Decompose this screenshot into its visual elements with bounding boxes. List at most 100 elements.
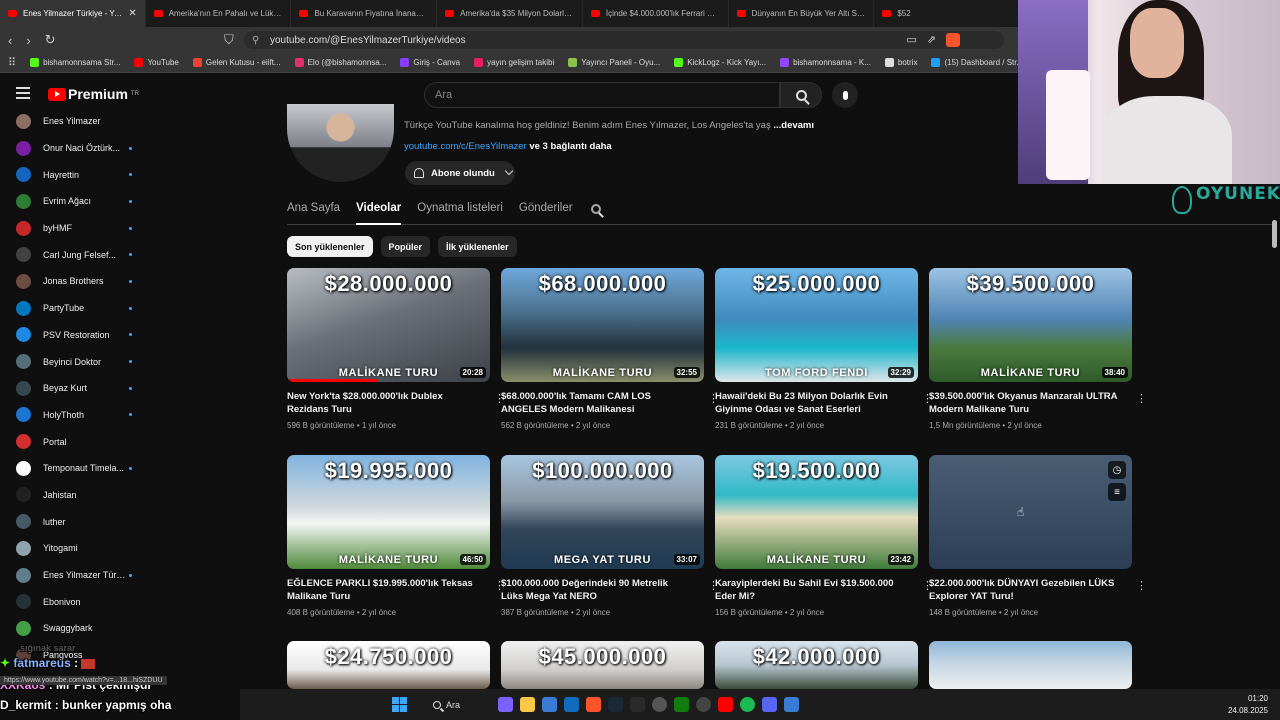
- more-actions-icon[interactable]: ⋮: [922, 394, 933, 405]
- video-card[interactable]: [929, 641, 1132, 689]
- chatgpt-icon[interactable]: [696, 697, 711, 712]
- more-actions-icon[interactable]: ⋮: [1136, 394, 1147, 405]
- video-thumbnail[interactable]: $68.000.000 MALİKANE TURU 32:55: [501, 268, 704, 382]
- forward-icon[interactable]: ›: [26, 33, 30, 48]
- share-icon[interactable]: ⇗: [927, 33, 936, 47]
- bookmark-item[interactable]: yayın gelişim takibi: [474, 58, 554, 67]
- search-input[interactable]: Ara: [424, 82, 780, 108]
- video-thumbnail[interactable]: $19.500.000 MALİKANE TURU 23:42: [715, 455, 918, 569]
- bookmark-item[interactable]: YouTube: [134, 58, 179, 67]
- more-actions-icon[interactable]: ⋮: [494, 581, 505, 592]
- video-card[interactable]: $68.000.000 MALİKANE TURU 32:55 $68.000.000…: [501, 268, 719, 430]
- more-actions-icon[interactable]: ⋮: [494, 394, 505, 405]
- browser-tab[interactable]: Bu Karavanın Fiyatına İnanamayacaks: [291, 0, 438, 27]
- sidebar-subscription[interactable]: HolyThoth: [0, 402, 160, 429]
- video-thumbnail[interactable]: $25.000.000 TOM FORD FENDI 32:29: [715, 268, 918, 382]
- sort-chip[interactable]: Popüler: [380, 236, 431, 257]
- video-thumbnail[interactable]: [929, 641, 1132, 689]
- sidebar-subscription[interactable]: Swaggybark: [0, 615, 160, 642]
- discord-icon[interactable]: [762, 697, 777, 712]
- bookmark-item[interactable]: Giriş - Canva: [400, 58, 460, 67]
- taskbar-search[interactable]: Ara: [433, 696, 481, 713]
- browser-tab[interactable]: Dünyanın En Büyük Yer Altı Sığınak Ş: [729, 0, 875, 27]
- channel-avatar[interactable]: [287, 104, 394, 182]
- xbox-icon[interactable]: [674, 697, 689, 712]
- site-info-icon[interactable]: ⚲: [252, 35, 259, 46]
- sidebar-subscription[interactable]: Yitogami: [0, 535, 160, 562]
- tab-videolar[interactable]: Videolar: [356, 196, 402, 225]
- bookmark-item[interactable]: (15) Dashboard / Str...: [931, 58, 1020, 67]
- brave-icon[interactable]: [586, 697, 601, 712]
- bookmark-icon[interactable]: ⛉: [224, 32, 234, 48]
- bookmark-item[interactable]: bishamonnsama Str...: [30, 58, 120, 67]
- add-to-queue-icon[interactable]: ≡: [1108, 483, 1126, 501]
- more-actions-icon[interactable]: ⋮: [708, 394, 719, 405]
- sidebar-subscription[interactable]: Carl Jung Felsef...: [0, 241, 160, 268]
- back-icon[interactable]: ‹: [8, 33, 12, 48]
- epic-games-icon[interactable]: [630, 697, 645, 712]
- browser-tab[interactable]: $52: [874, 0, 1021, 27]
- more-actions-icon[interactable]: ⋮: [922, 581, 933, 592]
- search-button[interactable]: [780, 82, 822, 108]
- voice-search-button[interactable]: [832, 82, 858, 108]
- sort-chip[interactable]: İlk yüklenenler: [438, 236, 517, 257]
- cast-icon[interactable]: ▭: [906, 33, 916, 47]
- steam-icon[interactable]: [608, 697, 623, 712]
- reload-icon[interactable]: ↻: [45, 32, 56, 48]
- tab-ana-sayfa[interactable]: Ana Sayfa: [287, 196, 340, 225]
- windows-start-icon[interactable]: [392, 697, 407, 712]
- sidebar-subscription[interactable]: luther: [0, 508, 160, 535]
- bookmark-item[interactable]: bishamonnsama - K...: [780, 58, 871, 67]
- bookmark-item[interactable]: Elo (@bishamonnsa...: [294, 58, 386, 67]
- sidebar-subscription[interactable]: Enes Yilmazer Türki...: [0, 562, 160, 589]
- close-tab-icon[interactable]: ✕: [128, 8, 136, 19]
- browser-tab[interactable]: Amerika'nın En Pahalı ve Lüks Dağ E: [146, 0, 292, 27]
- more-actions-icon[interactable]: ⋮: [708, 581, 719, 592]
- network-icon[interactable]: [784, 697, 799, 712]
- sort-chip[interactable]: Son yüklenenler: [287, 236, 373, 257]
- more-links-text[interactable]: ve 3 bağlantı daha: [529, 141, 611, 152]
- video-thumbnail[interactable]: ◷ ≡ ☝: [929, 455, 1132, 569]
- channel-search-icon[interactable]: [590, 204, 601, 214]
- sidebar-subscription[interactable]: Beyinci Doktor: [0, 348, 160, 375]
- outlook-icon[interactable]: [564, 697, 579, 712]
- sidebar-subscription[interactable]: Beyaz Kurt: [0, 375, 160, 402]
- sidebar-subscription[interactable]: PartyTube: [0, 295, 160, 322]
- channel-link[interactable]: youtube.com/c/EnesYilmazer: [404, 141, 527, 152]
- spotify-icon[interactable]: [740, 697, 755, 712]
- video-card[interactable]: $28.000.000 MALİKANE TURU 20:28 New York'ta…: [287, 268, 505, 430]
- video-card[interactable]: $25.000.000 TOM FORD FENDI 32:29 Hawaii'dek…: [715, 268, 933, 430]
- brave-shield-icon[interactable]: [946, 33, 960, 47]
- sidebar-subscription[interactable]: Jonas Brothers: [0, 268, 160, 295]
- video-title[interactable]: New York'ta $28.000.000'lık Dublex Rezid…: [287, 390, 477, 416]
- video-thumbnail[interactable]: $39.500.000 MALİKANE TURU 38:40: [929, 268, 1132, 382]
- youtube-premium-logo[interactable]: Premium TR: [48, 86, 139, 102]
- video-title[interactable]: $68.000.000'lık Tamamı CAM LOS ANGELES M…: [501, 390, 691, 416]
- watch-later-icon[interactable]: ◷: [1108, 461, 1126, 479]
- video-title[interactable]: Karayiplerdeki Bu Sahil Evi $19.500.000 …: [715, 577, 905, 603]
- video-thumbnail[interactable]: $28.000.000 MALİKANE TURU 20:28: [287, 268, 490, 382]
- sidebar-subscription[interactable]: Temponaut Timela...: [0, 455, 160, 482]
- channel-links[interactable]: youtube.com/c/EnesYilmazer ve 3 bağlantı…: [404, 141, 612, 152]
- bookmark-item[interactable]: Gelen Kutusu - eiift...: [192, 58, 281, 67]
- sidebar-subscription[interactable]: Portal: [0, 428, 160, 455]
- sidebar-subscription[interactable]: byHMF: [0, 215, 160, 242]
- video-title[interactable]: EĞLENCE PARKLI $19.995.000'lık Teksas Ma…: [287, 577, 477, 603]
- sidebar-subscription[interactable]: Ebonivon: [0, 588, 160, 615]
- video-card[interactable]: $39.500.000 MALİKANE TURU 38:40 $39.500.000…: [929, 268, 1147, 430]
- video-card[interactable]: $19.500.000 MALİKANE TURU 23:42 Karayiplerd…: [715, 455, 933, 617]
- youtube-icon[interactable]: [718, 697, 733, 712]
- store-icon[interactable]: [542, 697, 557, 712]
- bookmark-item[interactable]: Yayıncı Paneli - Oyu...: [568, 58, 660, 67]
- video-card[interactable]: $24.750.000: [287, 641, 490, 689]
- browser-tab[interactable]: Enes Yilmazer Türkiye - YouTube ✕: [0, 0, 146, 27]
- description-more-link[interactable]: ...devamı: [773, 120, 814, 131]
- obs-icon[interactable]: [652, 697, 667, 712]
- video-thumbnail[interactable]: $100.000.000 MEGA YAT TURU 33:07: [501, 455, 704, 569]
- hamburger-menu-icon[interactable]: [16, 87, 30, 99]
- video-thumbnail[interactable]: $42.000.000: [715, 641, 918, 689]
- video-title[interactable]: Hawaii'deki Bu 23 Milyon Dolarlık Evin G…: [715, 390, 905, 416]
- video-card[interactable]: $100.000.000 MEGA YAT TURU 33:07 $100.000.0…: [501, 455, 719, 617]
- video-card[interactable]: $19.995.000 MALİKANE TURU 46:50 EĞLENCE PAR…: [287, 455, 505, 617]
- video-thumbnail[interactable]: $19.995.000 MALİKANE TURU 46:50: [287, 455, 490, 569]
